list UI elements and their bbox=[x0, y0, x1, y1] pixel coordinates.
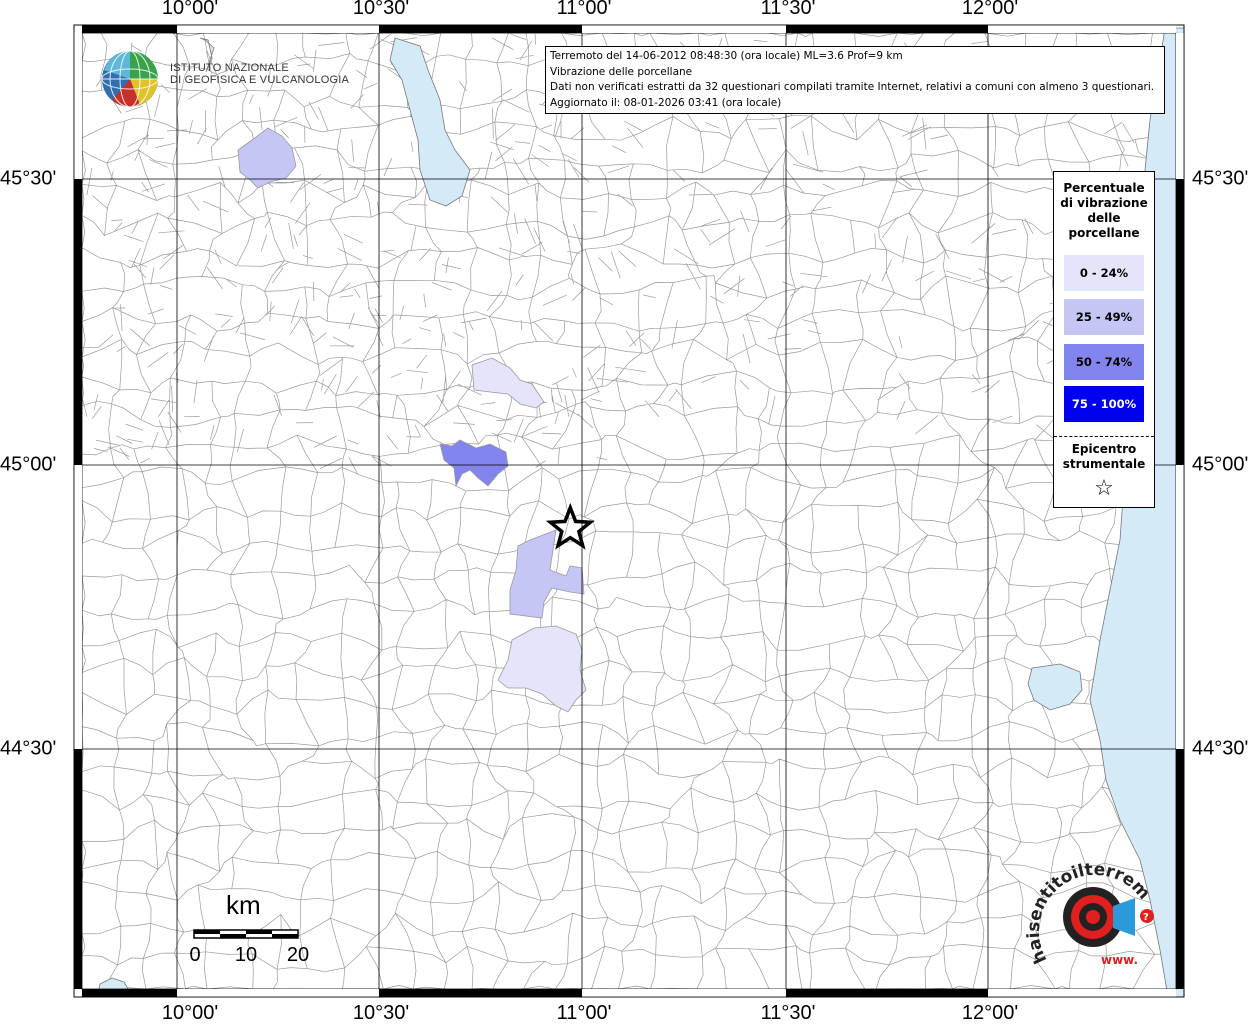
ingv-globe-logo bbox=[101, 50, 159, 108]
map-subject: Vibrazione delle porcellane bbox=[550, 65, 693, 78]
legend-class-0-24: 0 - 24% bbox=[1064, 255, 1144, 291]
ingv-name-line1: ISTITUTO NAZIONALE bbox=[170, 62, 289, 74]
data-note: Dati non verificati estratti da 32 quest… bbox=[550, 81, 1155, 93]
lat-tick-right: 45°00' bbox=[1192, 453, 1249, 476]
lon-tick-top: 11°30' bbox=[760, 0, 816, 19]
lon-tick-bottom: 10°30' bbox=[352, 1002, 410, 1024]
ingv-name: ISTITUTO NAZIONALE DI GEOFISICA E VULCAN… bbox=[170, 62, 349, 86]
update-time: Aggiornato il: 08-01-2026 03:41 (ora loc… bbox=[550, 96, 782, 109]
legend-title: Percentuale di vibrazione delle porcella… bbox=[1060, 181, 1148, 240]
lat-tick-right: 44°30' bbox=[1192, 737, 1249, 760]
legend-class-50-74: 50 - 74% bbox=[1064, 344, 1144, 380]
scale-tick-0: 0 bbox=[189, 944, 201, 966]
lat-tick-right: 45°30' bbox=[1192, 167, 1249, 190]
lon-tick-top: 10°30' bbox=[352, 0, 410, 19]
lon-tick-bottom: 12°00' bbox=[961, 1002, 1019, 1024]
event-info-box: Terremoto del 14-06-2012 08:48:30 (ora l… bbox=[545, 46, 1165, 114]
ingv-name-line2: DI GEOFISICA E VULCANOLOGIA bbox=[170, 74, 349, 86]
legend-epicenter-label: Epicentro strumentale bbox=[1062, 442, 1146, 471]
lon-tick-top: 11°00' bbox=[556, 0, 612, 19]
hst-question-mark: ? bbox=[1143, 912, 1149, 923]
legend: Percentuale di vibrazione delle porcella… bbox=[1053, 171, 1155, 508]
legend-class-75-100: 75 - 100% bbox=[1064, 386, 1144, 422]
event-title: Terremoto del 14-06-2012 08:48:30 (ora l… bbox=[550, 50, 903, 62]
lon-tick-bottom: 11°30' bbox=[760, 1002, 816, 1024]
legend-divider bbox=[1054, 436, 1154, 437]
lon-tick-top: 12°00' bbox=[961, 0, 1019, 19]
legend-star-icon: ☆ bbox=[1094, 476, 1114, 501]
lon-tick-top: 10°00' bbox=[161, 0, 219, 19]
scale-tick-10: 10 bbox=[234, 944, 258, 966]
haisentitoilterremoto-logo: haisentitoilterremoto.it ? www. bbox=[1025, 862, 1154, 967]
legend-class-25-49: 25 - 49% bbox=[1064, 299, 1144, 335]
lat-tick-left: 44°30' bbox=[0, 737, 57, 760]
scale-bar-graphic bbox=[193, 929, 299, 939]
lat-tick-left: 45°00' bbox=[0, 453, 57, 476]
scale-unit: km bbox=[226, 890, 261, 920]
scale-tick-20: 20 bbox=[286, 944, 310, 966]
lon-tick-bottom: 10°00' bbox=[161, 1002, 219, 1024]
lon-tick-bottom: 11°00' bbox=[556, 1002, 612, 1024]
lat-tick-left: 45°30' bbox=[0, 167, 57, 190]
hst-www: www. bbox=[1101, 953, 1138, 967]
